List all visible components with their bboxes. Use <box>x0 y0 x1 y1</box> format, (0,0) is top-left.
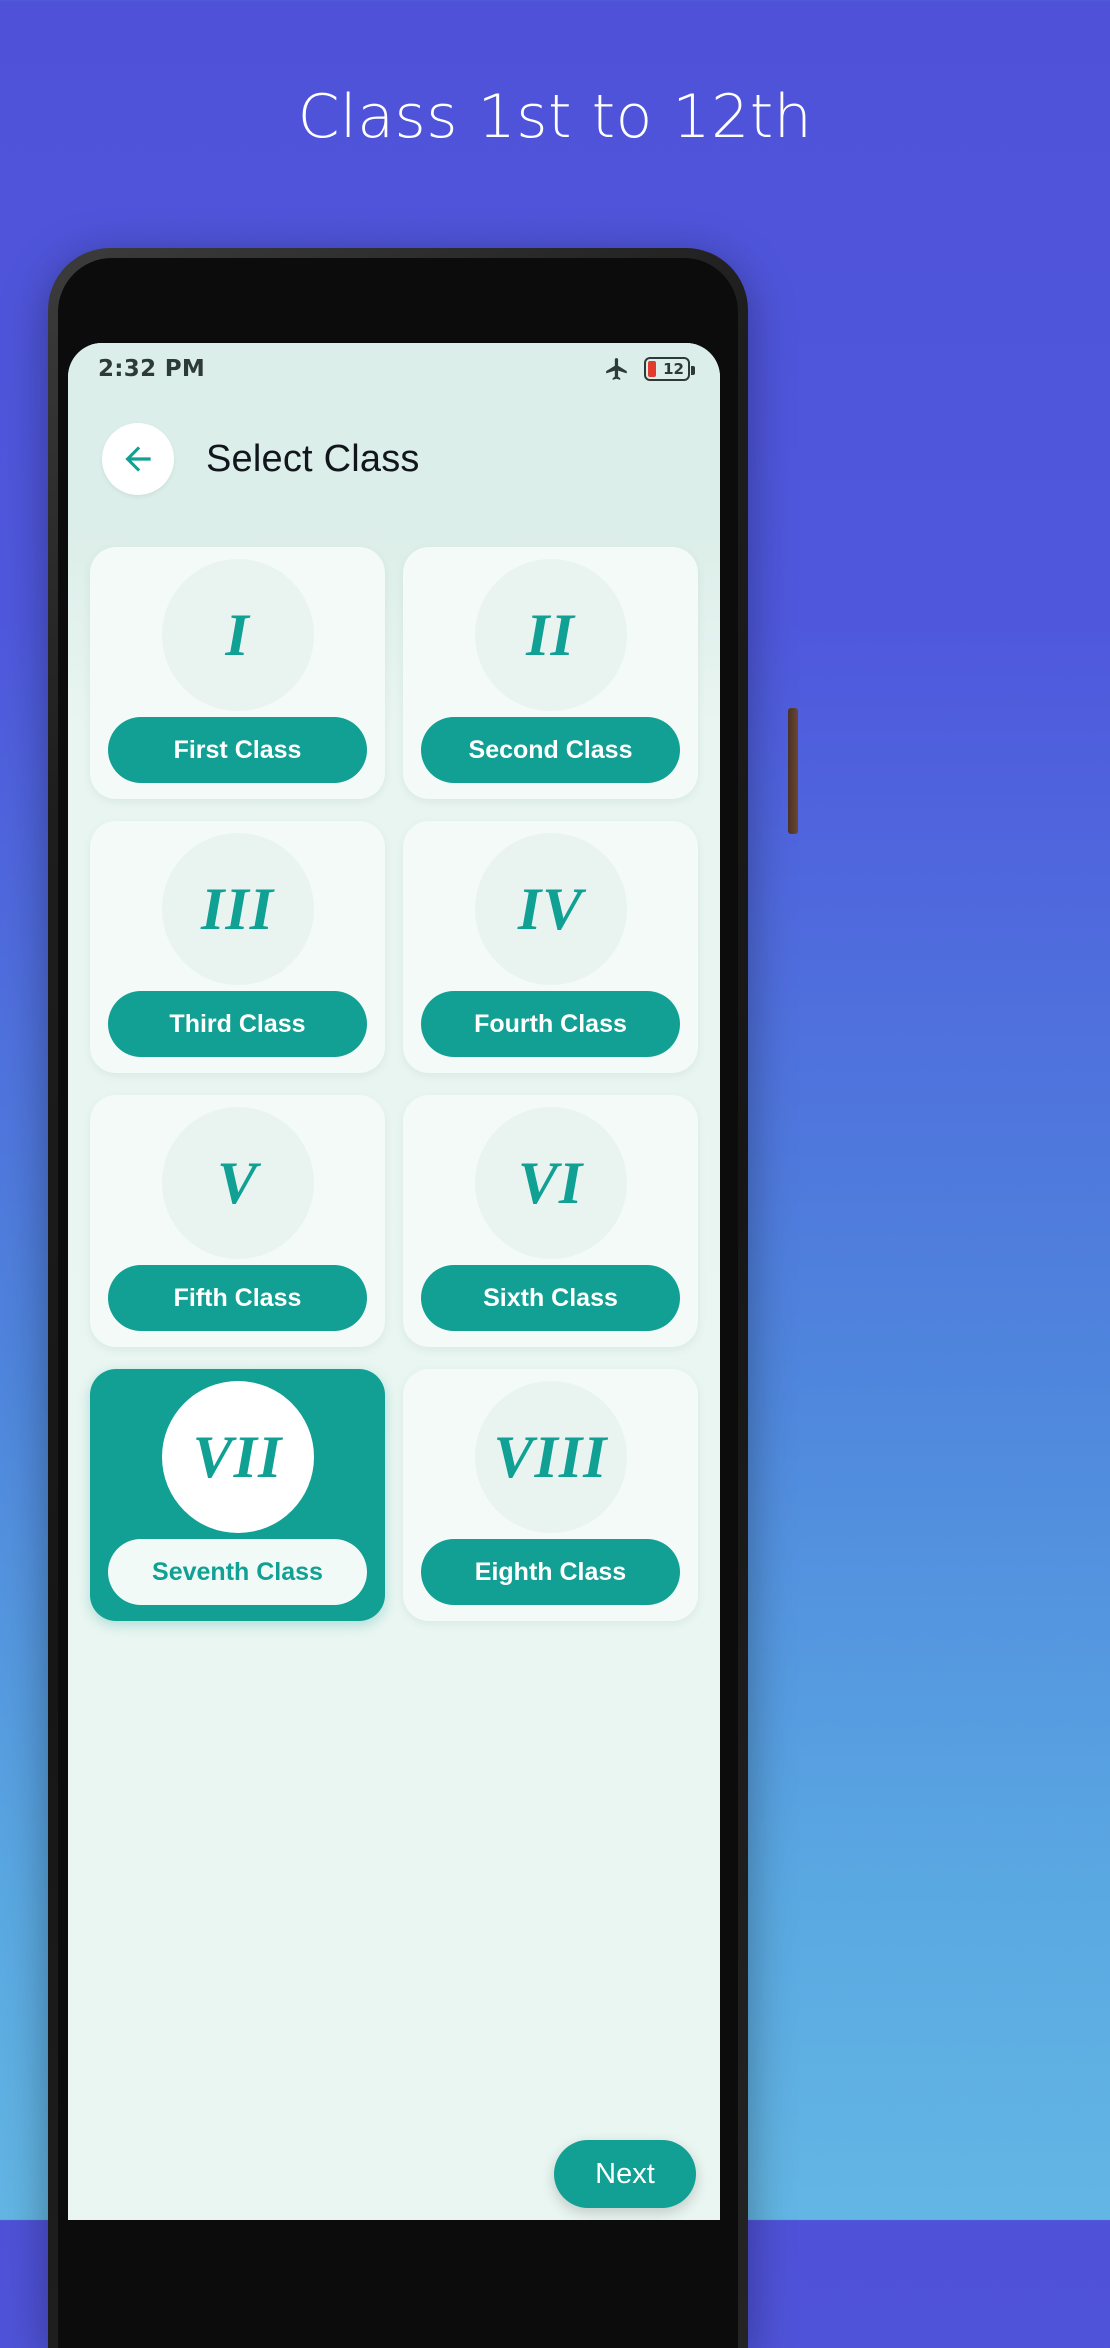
class-numeral: III <box>200 875 275 942</box>
class-grid: I First Class II Second Class III Third Class… <box>90 547 698 1621</box>
class-label-button[interactable]: Seventh Class <box>108 1539 367 1605</box>
class-label-button[interactable]: First Class <box>108 717 367 783</box>
class-card-iv[interactable]: IV Fourth Class <box>403 821 698 1073</box>
class-numeral: V <box>216 1149 259 1216</box>
class-numeral-circle: V <box>161 1107 314 1259</box>
class-numeral-circle: IV <box>474 833 627 985</box>
app-screen: 2:32 PM 12 Select Class I First Class II Se… <box>68 343 720 2220</box>
battery-fill <box>648 361 656 377</box>
class-numeral: II <box>526 601 575 668</box>
class-label-button[interactable]: Third Class <box>108 991 367 1057</box>
app-bar: Select Class <box>68 395 720 523</box>
class-numeral-circle: VI <box>474 1107 627 1259</box>
class-numeral: I <box>225 601 250 668</box>
class-card-vi[interactable]: VI Sixth Class <box>403 1095 698 1347</box>
class-card-ii[interactable]: II Second Class <box>403 547 698 799</box>
class-card-v[interactable]: V Fifth Class <box>90 1095 385 1347</box>
device-button-power[interactable] <box>788 708 798 834</box>
status-bar-icons: 12 <box>604 356 695 382</box>
class-numeral-circle: VII <box>161 1381 314 1533</box>
airplane-mode-icon <box>606 358 627 380</box>
next-button[interactable]: Next <box>554 2140 696 2208</box>
page-title: Select Class <box>206 437 420 480</box>
class-numeral: IV <box>517 875 584 942</box>
class-numeral: VI <box>517 1149 584 1216</box>
back-button[interactable] <box>102 423 174 495</box>
class-numeral-circle: I <box>161 559 314 711</box>
class-card-viii[interactable]: VIII Eighth Class <box>403 1369 698 1621</box>
class-numeral-circle: III <box>161 833 314 985</box>
class-label-button[interactable]: Fourth Class <box>421 991 680 1057</box>
class-numeral: VII <box>192 1423 283 1490</box>
status-bar-clock: 2:32 PM <box>98 356 206 382</box>
battery-icon: 12 <box>644 357 695 381</box>
class-label-button[interactable]: Fifth Class <box>108 1265 367 1331</box>
class-list-scroll-area[interactable]: I First Class II Second Class III Third Class… <box>68 523 720 2220</box>
class-label-button[interactable]: Second Class <box>421 717 680 783</box>
arrow-left-icon <box>125 446 151 472</box>
promo-title: Class 1st to 12th <box>297 82 813 152</box>
class-label-button[interactable]: Sixth Class <box>421 1265 680 1331</box>
class-numeral: VIII <box>493 1423 608 1490</box>
class-numeral-circle: II <box>474 559 627 711</box>
class-card-iii[interactable]: III Third Class <box>90 821 385 1073</box>
status-bar: 2:32 PM 12 <box>68 343 720 395</box>
battery-level-label: 12 <box>663 360 684 378</box>
class-numeral-circle: VIII <box>474 1381 627 1533</box>
class-card-vii[interactable]: VII Seventh Class <box>90 1369 385 1621</box>
class-label-button[interactable]: Eighth Class <box>421 1539 680 1605</box>
class-card-i[interactable]: I First Class <box>90 547 385 799</box>
